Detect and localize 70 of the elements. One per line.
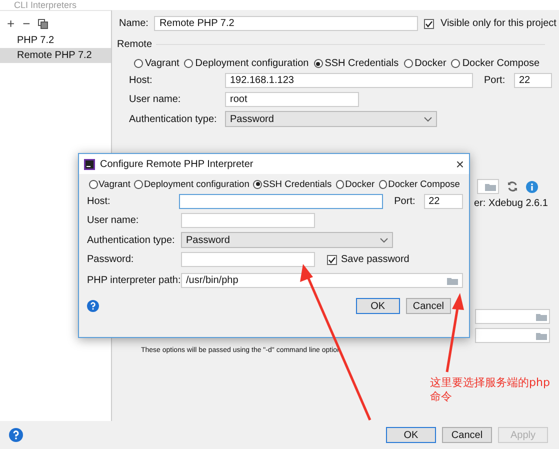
debugger-text: er: Xdebug 2.6.1 (474, 198, 548, 209)
radio-button[interactable] (314, 59, 323, 68)
radio-button[interactable] (451, 59, 460, 68)
checkbox[interactable] (327, 254, 337, 264)
password-field[interactable] (181, 252, 315, 267)
field-label: Port: (394, 196, 416, 207)
radio-label: Vagrant (145, 58, 180, 69)
dialog-title: Configure Remote PHP Interpreter (100, 158, 254, 170)
checkbox[interactable] (424, 18, 434, 28)
text-field[interactable] (475, 309, 550, 324)
annotation-text: 这里要选择服务端的php命令 (430, 376, 551, 404)
radio-button[interactable] (134, 59, 143, 68)
help-icon[interactable] (87, 300, 99, 312)
text-field[interactable] (475, 328, 550, 343)
field-label: Authentication type: (129, 114, 218, 124)
radio-button[interactable] (89, 180, 98, 188)
refresh-icon[interactable] (507, 181, 518, 192)
host-field[interactable]: 192.168.1.123 (225, 73, 473, 88)
radio-button[interactable] (253, 180, 262, 188)
radio-label: Deployment configuration (144, 179, 250, 189)
auth-type-dropdown[interactable]: Password (181, 232, 393, 248)
interpreter-path-field[interactable]: /usr/bin/php (181, 273, 463, 288)
dialog-button[interactable]: OK (386, 427, 436, 443)
port-field[interactable]: 22 (514, 73, 552, 88)
sidebar-item[interactable]: PHP 7.2 (0, 33, 111, 48)
field-label: User name: (129, 94, 182, 105)
app-icon (84, 158, 95, 170)
radio-label: Vagrant (98, 179, 130, 189)
checkbox-label: Save password (341, 254, 410, 265)
caret-icon (380, 238, 388, 242)
radio-label: Docker (414, 58, 446, 69)
user-name-field[interactable] (181, 213, 315, 228)
window-title: CLI Interpreters (14, 0, 77, 10)
field-label: Port: (484, 75, 506, 86)
field-label: User name: (87, 215, 140, 226)
checkbox-label: Visible only for this project (440, 18, 556, 29)
port-field[interactable]: 22 (424, 194, 463, 209)
radio-label: SSH Credentials (262, 179, 332, 189)
host-field[interactable] (179, 194, 384, 209)
info-icon[interactable] (526, 180, 538, 192)
dialog-button[interactable]: Cancel (442, 427, 492, 443)
field-label: Name: (119, 18, 148, 29)
path-field[interactable] (477, 179, 499, 194)
radio-label: Docker Compose (462, 58, 540, 69)
remove-button[interactable]: − (22, 17, 30, 31)
field-label: Authentication type: (87, 234, 176, 246)
field-label: Password: (87, 254, 135, 265)
close-button[interactable]: × (456, 157, 464, 171)
radio-label: SSH Credentials (324, 58, 399, 69)
dialog-button[interactable]: Cancel (406, 298, 451, 314)
radio-label: Deployment configuration (195, 58, 309, 69)
sidebar-item[interactable]: Remote PHP 7.2 (0, 48, 111, 63)
section-heading: Remote (117, 39, 152, 50)
dialog-button[interactable]: OK (356, 298, 400, 314)
user-name-field[interactable]: root (225, 92, 359, 107)
copy-icon[interactable] (38, 19, 48, 29)
radio-button[interactable] (404, 59, 413, 68)
field-label: Host: (87, 196, 112, 207)
caret-icon (424, 116, 432, 122)
radio-label: Docker Compose (388, 179, 460, 189)
radio-button[interactable] (134, 180, 143, 188)
name-field[interactable]: Remote PHP 7.2 (154, 16, 418, 31)
auth-type-dropdown[interactable]: Password (225, 111, 437, 127)
radio-button[interactable] (378, 180, 388, 188)
field-label: Host: (129, 75, 154, 86)
help-icon[interactable] (9, 428, 23, 442)
radio-button[interactable] (336, 180, 344, 188)
add-button[interactable]: + (7, 17, 15, 31)
radio-button[interactable] (184, 59, 194, 68)
radio-label: Docker (345, 179, 375, 189)
